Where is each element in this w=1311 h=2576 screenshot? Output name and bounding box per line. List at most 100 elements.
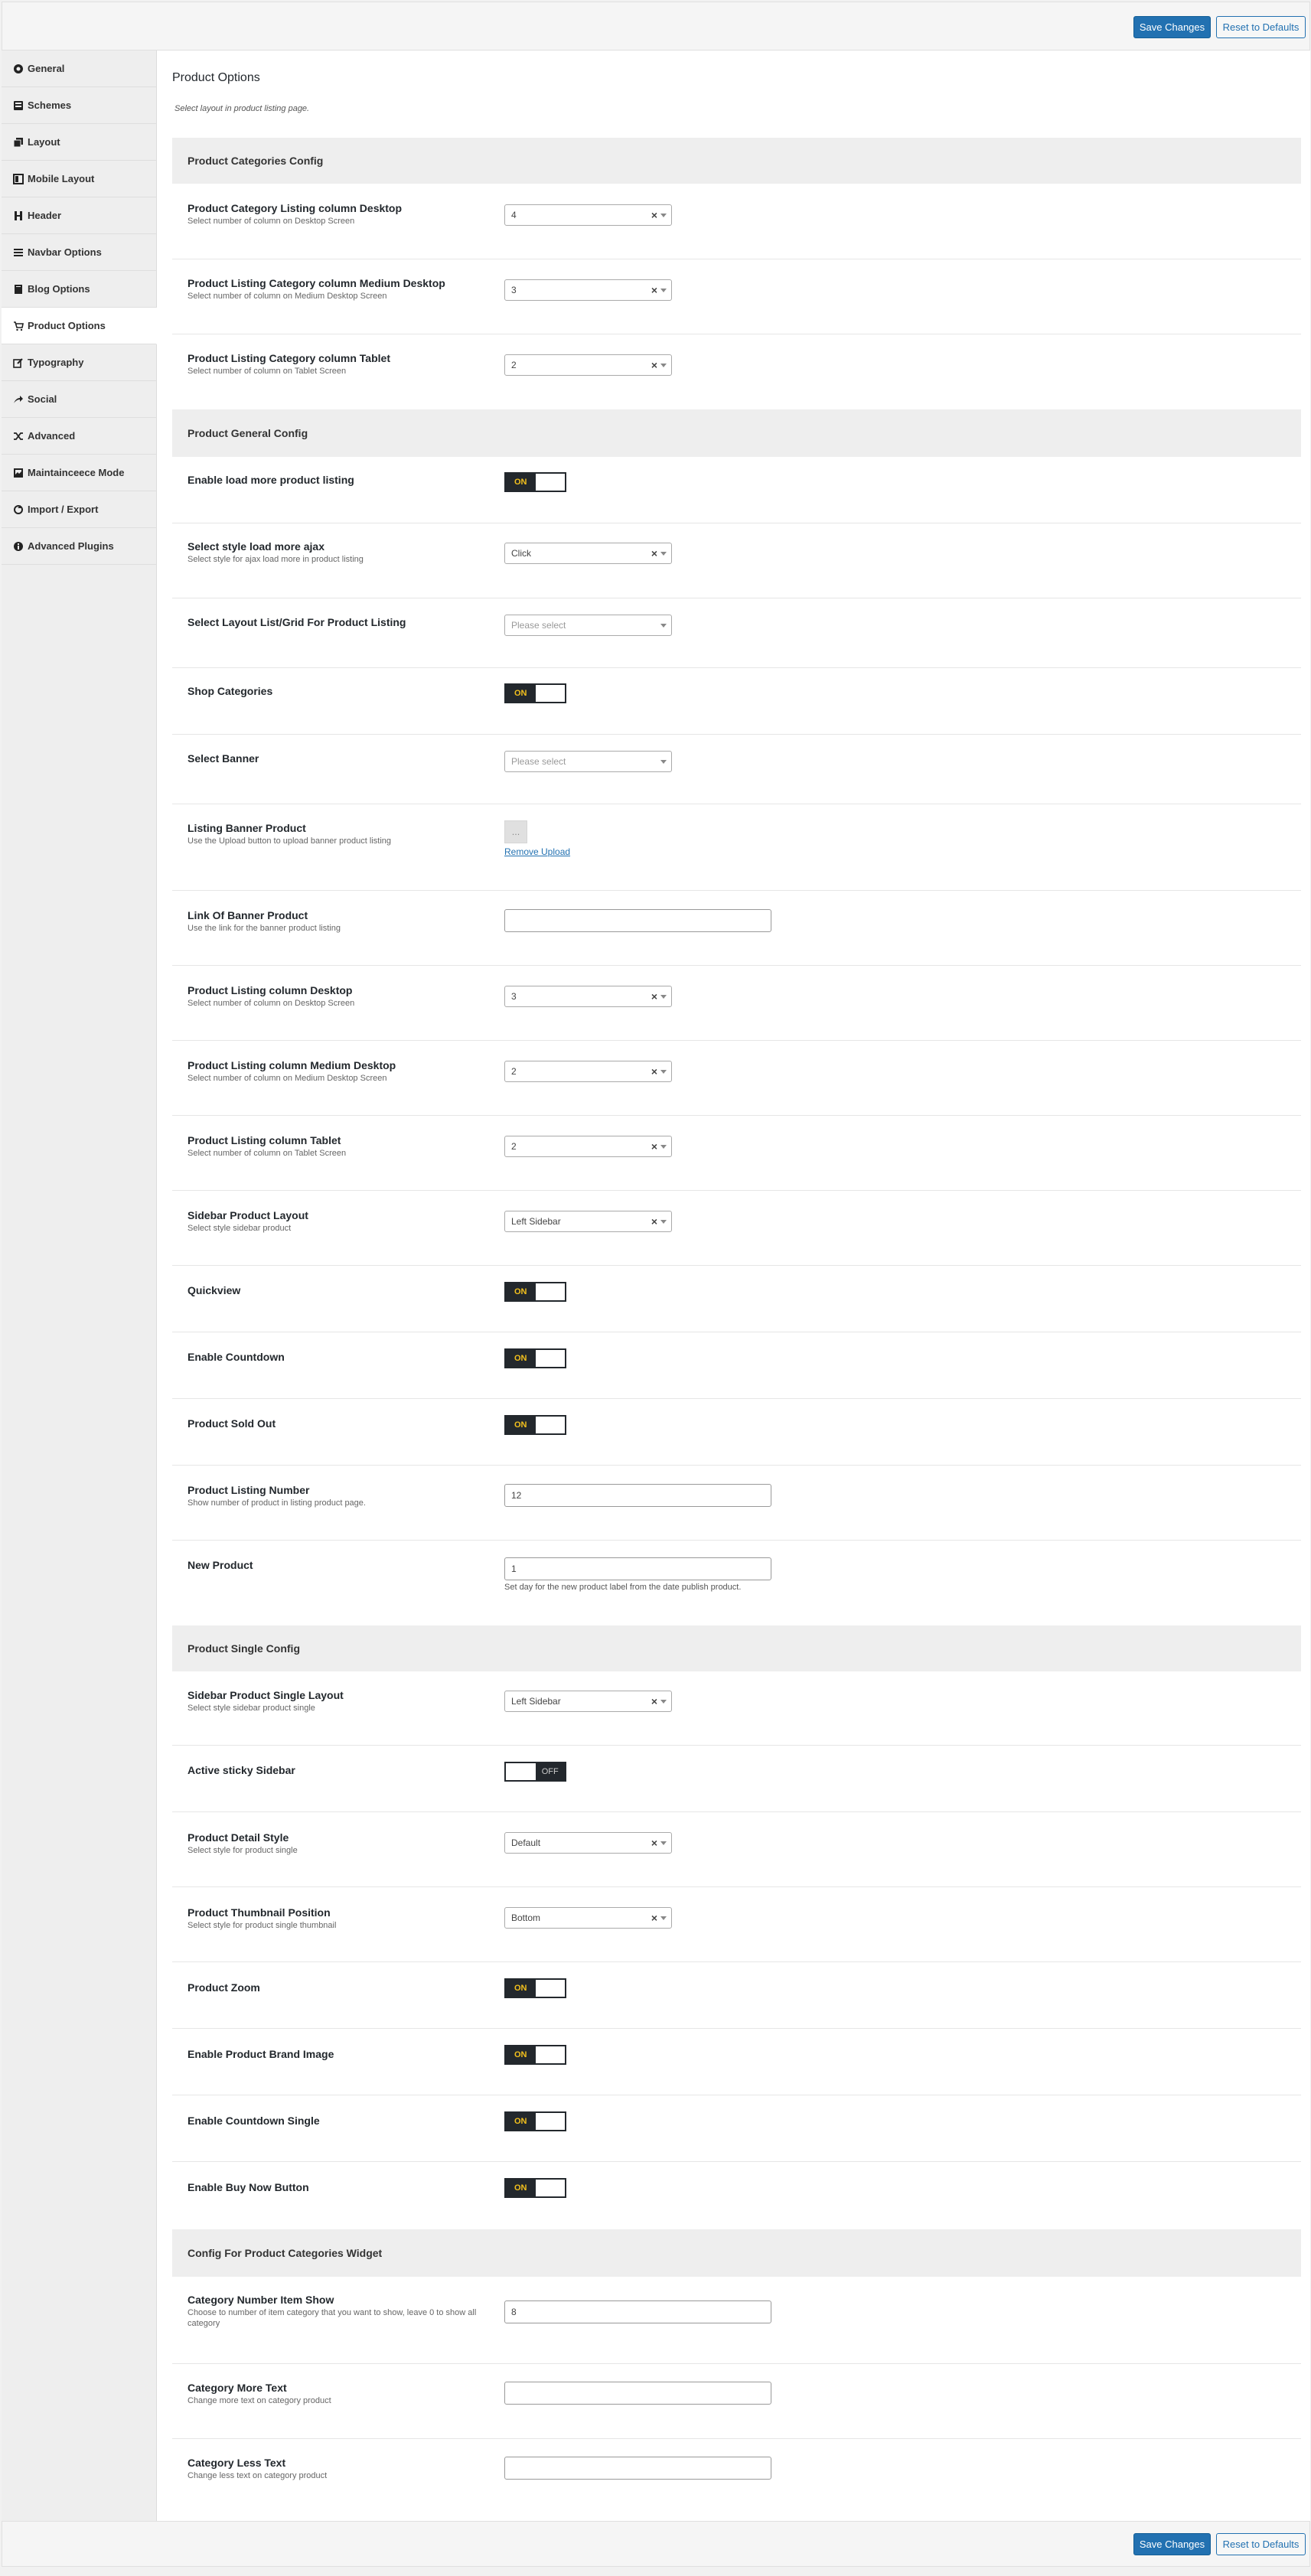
clear-icon[interactable]: × — [651, 209, 657, 221]
field-subtitle: Select style for ajax load more in produ… — [188, 555, 364, 564]
thumb-position-select[interactable]: Bottom × — [504, 1907, 672, 1929]
remove-upload-link[interactable]: Remove Upload — [504, 846, 570, 857]
divider — [172, 734, 1301, 735]
buy-now-toggle[interactable]: ON — [504, 2178, 566, 2198]
field-title: Product Listing Category column Medium D… — [188, 277, 445, 289]
field-title: Category Number Item Show — [188, 2294, 334, 2306]
field-label-cat-tablet: Product Listing Category column Tablet S… — [188, 352, 390, 377]
clear-icon[interactable]: × — [651, 284, 657, 296]
banner-link-input[interactable] — [504, 909, 771, 932]
field-label-banner-link: Link Of Banner Product Use the link for … — [188, 909, 341, 934]
field-title: Enable Countdown — [188, 1351, 285, 1363]
toggle-state: OFF — [535, 1763, 565, 1780]
select-value: 2 — [511, 360, 517, 370]
sidebar-layout-select[interactable]: Left Sidebar × — [504, 1211, 672, 1232]
list-tablet-select[interactable]: 2 × — [504, 1136, 672, 1157]
save-changes-button[interactable]: Save Changes — [1133, 2533, 1211, 2555]
cat-desktop-select[interactable]: 4 × — [504, 204, 672, 226]
field-title: Sidebar Product Layout — [188, 1209, 308, 1221]
select-value: 3 — [511, 285, 517, 295]
chevron-down-icon — [660, 1700, 667, 1704]
quickview-toggle[interactable]: ON — [504, 1282, 566, 1302]
detail-style-select[interactable]: Default × — [504, 1832, 672, 1854]
clear-icon[interactable]: × — [651, 547, 657, 559]
clear-icon[interactable]: × — [651, 1215, 657, 1228]
divider — [172, 1886, 1301, 1887]
field-label-shop-categories: Shop Categories — [188, 685, 272, 698]
sticky-sidebar-toggle[interactable]: OFF — [504, 1762, 566, 1782]
new-product-field: 1 Set day for the new product label from… — [504, 1557, 771, 1592]
field-label-cat-desktop: Product Category Listing column Desktop … — [188, 202, 402, 227]
banner-select[interactable]: Please select — [504, 751, 672, 772]
clear-icon[interactable]: × — [651, 1695, 657, 1707]
field-label-list-medium: Product Listing column Medium Desktop Se… — [188, 1059, 396, 1084]
field-subtitle: Select number of column on Medium Deskto… — [188, 1074, 387, 1083]
select-value: Left Sidebar — [511, 1696, 561, 1707]
load-style-select[interactable]: Click × — [504, 543, 672, 564]
clear-icon[interactable]: × — [651, 1912, 657, 1924]
field-subtitle: Choose to number of item category that y… — [188, 2308, 477, 2328]
load-more-toggle[interactable]: ON — [504, 472, 566, 492]
divider — [172, 2028, 1301, 2029]
section-header: Product General Config — [172, 409, 1301, 457]
toggle-state: ON — [506, 1283, 536, 1300]
divider — [172, 2438, 1301, 2439]
field-subtitle: Select number of column on Desktop Scree… — [188, 999, 355, 1008]
countdown-single-toggle[interactable]: ON — [504, 2111, 566, 2131]
shop-categories-toggle[interactable]: ON — [504, 683, 566, 703]
list-desktop-select[interactable]: 3 × — [504, 986, 672, 1007]
field-title: Enable Product Brand Image — [188, 2048, 334, 2060]
field-subtitle: Select number of column on Medium Deskto… — [188, 292, 387, 301]
sold-out-toggle[interactable]: ON — [504, 1415, 566, 1435]
field-label-countdown-single: Enable Countdown Single — [188, 2115, 320, 2128]
clear-icon[interactable]: × — [651, 1140, 657, 1153]
field-label-zoom: Product Zoom — [188, 1981, 260, 1994]
field-subtitle: Use the Upload button to upload banner p… — [188, 836, 392, 846]
zoom-toggle[interactable]: ON — [504, 1978, 566, 1998]
field-subtitle: Select style sidebar product — [188, 1224, 292, 1233]
list-medium-select[interactable]: 2 × — [504, 1061, 672, 1082]
field-subtitle: Change more text on category product — [188, 2396, 331, 2405]
section-header: Config For Product Categories Widget — [172, 2229, 1301, 2277]
cat-tablet-select[interactable]: 2 × — [504, 354, 672, 376]
chevron-down-icon — [660, 624, 667, 628]
field-title: Product Listing column Desktop — [188, 984, 353, 996]
field-title: Active sticky Sidebar — [188, 1764, 295, 1776]
field-title: Product Listing column Tablet — [188, 1134, 341, 1146]
field-title: Listing Banner Product — [188, 822, 306, 834]
countdown-toggle[interactable]: ON — [504, 1348, 566, 1368]
chevron-down-icon — [660, 760, 667, 764]
reset-defaults-button[interactable]: Reset to Defaults — [1216, 2533, 1306, 2555]
clear-icon[interactable]: × — [651, 1065, 657, 1078]
select-value: Default — [511, 1837, 541, 1848]
clear-icon[interactable]: × — [651, 359, 657, 371]
new-product-input[interactable]: 1 — [504, 1557, 771, 1580]
cat-less-input[interactable] — [504, 2457, 771, 2480]
field-title: Product Listing Number — [188, 1484, 310, 1496]
field-label-brand-image: Enable Product Brand Image — [188, 2048, 334, 2061]
brand-image-toggle[interactable]: ON — [504, 2045, 566, 2065]
cat-more-input[interactable] — [504, 2382, 771, 2405]
divider — [172, 1465, 1301, 1466]
cat-item-show-input[interactable]: 8 — [504, 2300, 771, 2323]
field-title: New Product — [188, 1559, 253, 1571]
field-label-cat-less: Category Less Text Change less text on c… — [188, 2457, 327, 2481]
upload-thumbnail[interactable]: ... — [504, 820, 527, 843]
field-title: Enable Buy Now Button — [188, 2181, 309, 2193]
field-label-sticky-sidebar: Active sticky Sidebar — [188, 1764, 295, 1777]
field-label-single-layout: Sidebar Product Single Layout Select sty… — [188, 1689, 344, 1714]
clear-icon[interactable]: × — [651, 990, 657, 1003]
select-value: Bottom — [511, 1912, 541, 1923]
single-layout-select[interactable]: Left Sidebar × — [504, 1691, 672, 1712]
field-subtitle: Use the link for the banner product list… — [188, 924, 341, 933]
field-title: Product Zoom — [188, 1981, 260, 1994]
listing-number-input[interactable]: 12 — [504, 1484, 771, 1507]
field-label-new-product: New Product — [188, 1559, 253, 1572]
clear-icon[interactable]: × — [651, 1837, 657, 1849]
cat-medium-select[interactable]: 3 × — [504, 279, 672, 301]
chevron-down-icon — [660, 1220, 667, 1224]
field-title: Select Layout List/Grid For Product List… — [188, 616, 406, 628]
field-label-countdown: Enable Countdown — [188, 1351, 285, 1364]
layout-list-select[interactable]: Please select — [504, 615, 672, 636]
select-value: Left Sidebar — [511, 1216, 561, 1227]
